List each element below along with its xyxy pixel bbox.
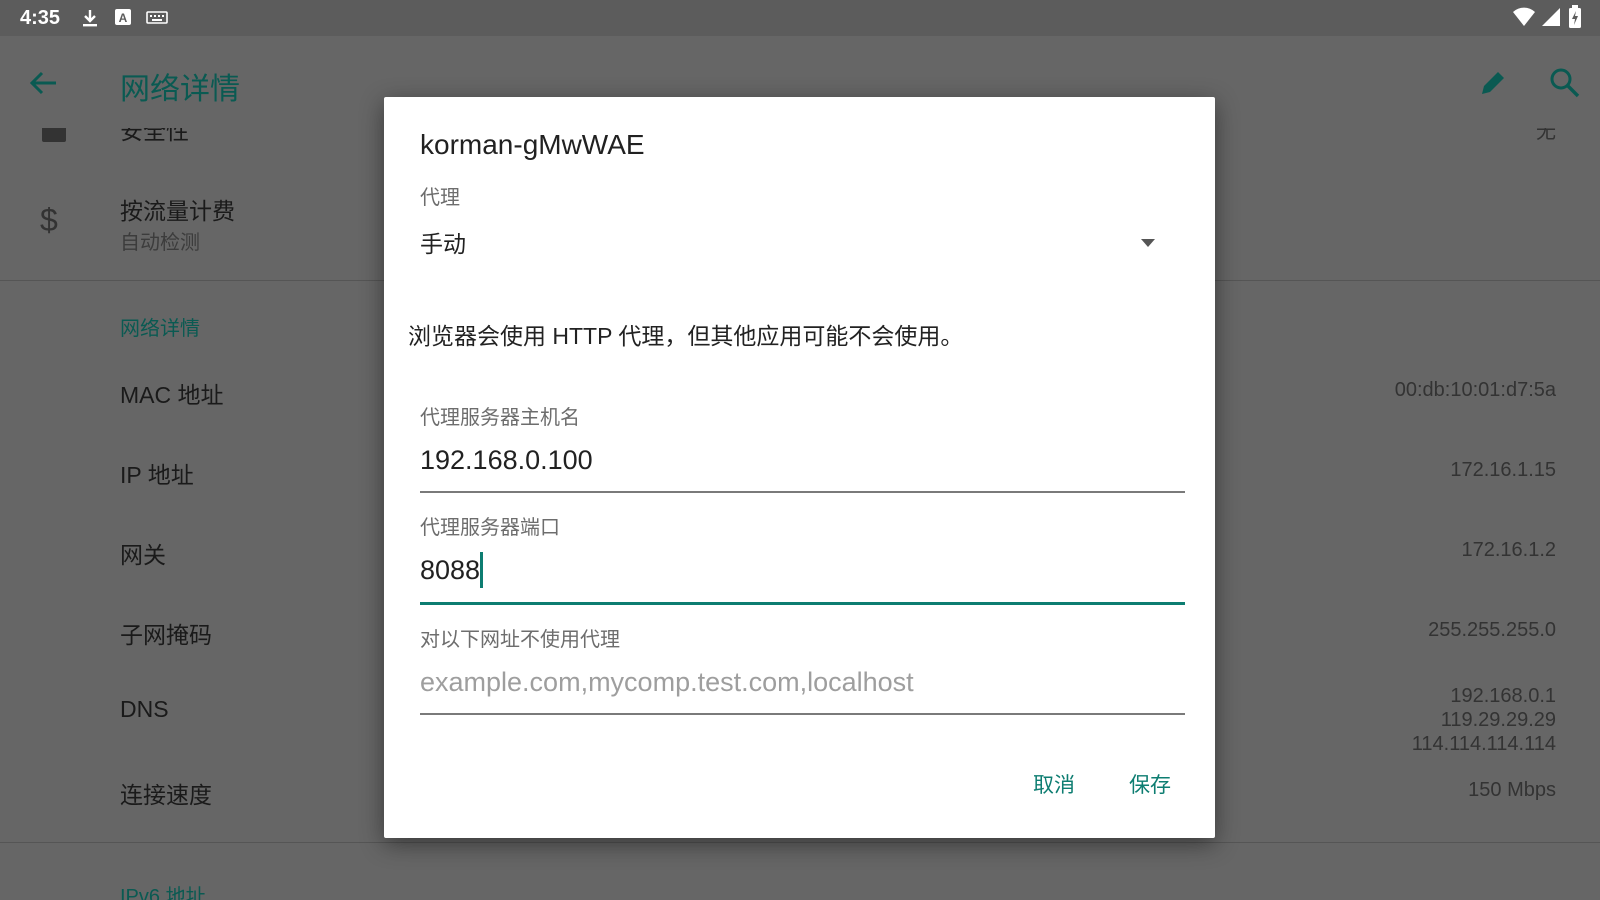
bypass-input[interactable]: example.com,mycomp.test.com,localhost [420, 667, 914, 698]
dollar-icon: $ [40, 202, 58, 238]
port-input[interactable]: 8088 [420, 547, 1185, 599]
mac-value: 00:db:10:01:d7:5a [1394, 379, 1556, 401]
wifi-icon [1512, 6, 1535, 26]
metered-label: 按流量计费 [120, 198, 235, 224]
download-icon [80, 8, 100, 28]
edit-icon[interactable] [1476, 66, 1510, 100]
status-bar: 4:35 A [0, 0, 1600, 36]
search-icon[interactable] [1548, 66, 1582, 100]
save-button[interactable]: 保存 [1129, 769, 1171, 799]
port-underline [420, 602, 1185, 605]
gateway-value: 172.16.1.2 [1461, 539, 1556, 561]
subnet-label: 子网掩码 [120, 622, 212, 648]
divider [0, 842, 1600, 843]
port-label: 代理服务器端口 [420, 517, 560, 539]
speed-value: 150 Mbps [1468, 779, 1556, 801]
metered-sub: 自动检测 [120, 232, 200, 254]
text-cursor [480, 552, 483, 588]
hostname-label: 代理服务器主机名 [420, 407, 580, 429]
battery-icon [1568, 5, 1588, 28]
speed-label: 连接速度 [120, 782, 212, 808]
proxy-select-value: 手动 [420, 231, 466, 257]
bypass-underline [420, 713, 1185, 715]
mac-label: MAC 地址 [120, 382, 224, 408]
back-arrow-icon[interactable] [26, 66, 60, 100]
status-time: 4:35 [20, 7, 61, 29]
gateway-label: 网关 [120, 542, 166, 568]
ip-label: IP 地址 [120, 462, 194, 488]
port-input-value: 8088 [420, 555, 481, 585]
ip-value: 172.16.1.15 [1450, 459, 1556, 481]
proxy-info-text: 浏览器会使用 HTTP 代理，但其他应用可能不会使用。 [408, 323, 964, 349]
proxy-label: 代理 [420, 187, 460, 209]
svg-text:A: A [119, 11, 128, 25]
bypass-label: 对以下网址不使用代理 [420, 629, 620, 651]
hostname-underline [420, 491, 1185, 493]
subnet-value: 255.255.255.0 [1428, 619, 1556, 641]
security-value: 无 [1536, 128, 1556, 143]
cancel-button[interactable]: 取消 [1033, 769, 1075, 799]
lock-icon [42, 128, 66, 142]
page-title: 网络详情 [120, 73, 240, 106]
dns-label: DNS [120, 696, 169, 722]
dns-value: 192.168.0.1 119.29.29.29 114.114.114.114 [1411, 685, 1556, 755]
hostname-input[interactable]: 192.168.0.100 [420, 445, 593, 476]
proxy-dialog: korman-gMwWAE 代理 手动 浏览器会使用 HTTP 代理，但其他应用… [384, 97, 1215, 838]
keyboard-a-icon: A [114, 8, 134, 28]
ipv6-section-title: IPv6 地址 [120, 886, 206, 900]
signal-icon [1540, 6, 1560, 26]
proxy-select[interactable]: 手动 [420, 217, 1185, 267]
security-label: 安全性 [120, 128, 189, 144]
section-title: 网络详情 [120, 318, 200, 340]
dialog-title: korman-gMwWAE [420, 129, 645, 160]
chevron-down-icon [1140, 235, 1156, 247]
keyboard-icon [146, 8, 168, 28]
